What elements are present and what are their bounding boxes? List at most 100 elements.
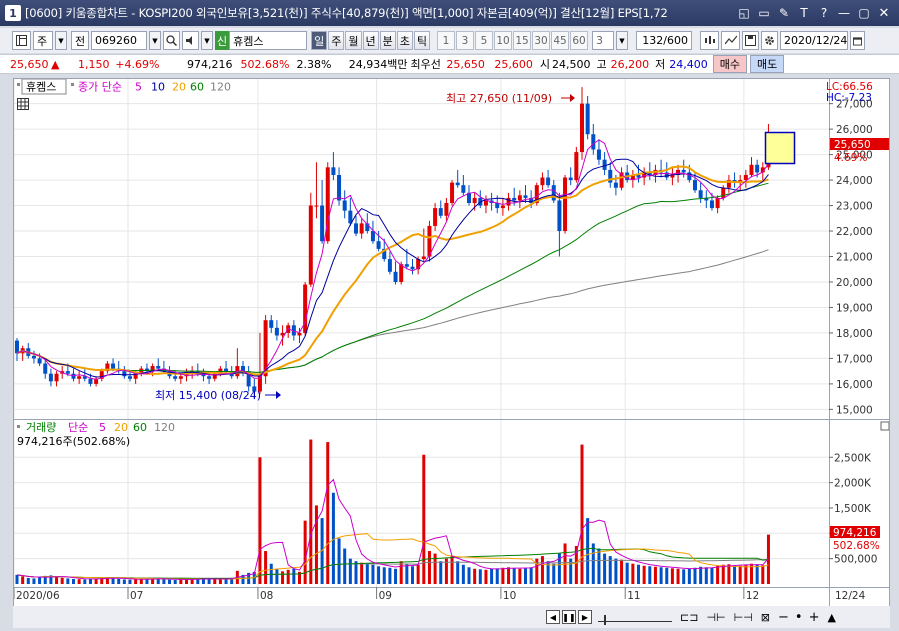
volume-bar[interactable]	[77, 579, 81, 584]
candle-body[interactable]	[755, 164, 760, 173]
volume-bar[interactable]	[552, 563, 556, 584]
candle-body[interactable]	[540, 177, 545, 186]
layout-icon[interactable]: ◱	[735, 4, 753, 22]
stock-code-input[interactable]: 069260	[91, 31, 147, 50]
candle-body[interactable]	[88, 378, 93, 384]
volume-bar[interactable]	[704, 567, 708, 584]
ma10-legend[interactable]: 10	[151, 81, 165, 94]
volume-bar[interactable]	[478, 569, 482, 584]
volume-bar[interactable]	[128, 579, 132, 584]
volume-bar[interactable]	[292, 568, 296, 584]
volume-panel-collapse-icon[interactable]	[880, 421, 890, 431]
candle-body[interactable]	[438, 208, 443, 216]
volume-bar[interactable]	[258, 457, 262, 584]
candle-body[interactable]	[698, 190, 703, 198]
volume-bar[interactable]	[710, 567, 714, 584]
sell-button[interactable]: 매도	[749, 55, 785, 73]
volume-bar[interactable]	[670, 568, 674, 584]
volume-bar[interactable]	[676, 568, 680, 584]
candle-body[interactable]	[580, 103, 584, 153]
range-select-icon[interactable]: ⊏⊐	[680, 611, 698, 624]
volume-bar[interactable]	[490, 568, 494, 584]
candle-body[interactable]	[421, 256, 426, 260]
gear-icon[interactable]	[761, 31, 778, 50]
volume-bar[interactable]	[721, 564, 725, 584]
candle-body[interactable]	[512, 197, 517, 201]
candle-body[interactable]	[111, 363, 116, 369]
volume-bar[interactable]	[207, 579, 211, 584]
candle-body[interactable]	[450, 182, 455, 204]
interval-60[interactable]: 60	[570, 31, 588, 50]
candle-body[interactable]	[551, 185, 556, 201]
candle-body[interactable]	[308, 205, 313, 285]
volume-bar[interactable]	[524, 567, 527, 584]
volume-bar[interactable]	[738, 565, 742, 584]
volume-bar[interactable]	[32, 578, 36, 584]
volume-bar[interactable]	[761, 565, 765, 584]
volume-bar[interactable]	[461, 564, 465, 584]
volume-bar[interactable]	[411, 566, 414, 584]
candle-body[interactable]	[591, 134, 596, 150]
selection-box[interactable]	[764, 131, 796, 165]
candle-body[interactable]	[269, 320, 274, 328]
ma-legend-label[interactable]: 종가 단순	[78, 81, 122, 94]
candle-body[interactable]	[461, 185, 466, 193]
volume-bar[interactable]	[580, 444, 584, 584]
volume-bar[interactable]	[60, 577, 64, 584]
candle-body[interactable]	[399, 264, 404, 282]
candle-body[interactable]	[178, 376, 183, 379]
volume-bar[interactable]	[360, 562, 364, 584]
volume-bar[interactable]	[591, 543, 595, 584]
volume-bar[interactable]	[495, 568, 499, 584]
volume-bar[interactable]	[625, 562, 629, 584]
volume-bar[interactable]	[348, 558, 352, 584]
candle-body[interactable]	[483, 200, 488, 206]
scroll-start-button[interactable]: ◀	[546, 610, 560, 624]
tab-second[interactable]: 초	[396, 31, 413, 50]
search-icon[interactable]	[163, 31, 180, 50]
volume-bar[interactable]	[473, 568, 477, 584]
chart-area[interactable]: 휴켐스 종가 단순 5 10 20 60 120 LC:66.56 HC:-7.…	[13, 78, 890, 608]
volume-bar[interactable]	[326, 442, 330, 584]
volume-bar[interactable]	[699, 566, 703, 584]
volume-bar[interactable]	[648, 566, 652, 584]
volume-bar[interactable]	[314, 505, 318, 584]
volume-bar[interactable]	[286, 569, 290, 584]
volume-bar[interactable]	[117, 578, 121, 584]
candle-body[interactable]	[444, 203, 449, 216]
stock-name-field[interactable]: 휴켐스	[229, 31, 308, 50]
interval-5[interactable]: 5	[475, 31, 493, 50]
volume-bar[interactable]	[201, 578, 205, 584]
trend-tool-icon[interactable]	[721, 31, 740, 50]
volume-bar[interactable]	[659, 567, 663, 584]
volume-bar[interactable]	[382, 567, 386, 584]
volume-bar[interactable]	[179, 579, 183, 584]
tab-minute[interactable]: 분	[379, 31, 396, 50]
candle-body[interactable]	[387, 259, 392, 272]
volume-bar[interactable]	[264, 551, 268, 584]
volume-bar[interactable]	[303, 520, 307, 584]
volume-bar[interactable]	[122, 579, 126, 584]
volume-bar[interactable]	[388, 567, 392, 584]
candle-body[interactable]	[320, 205, 325, 242]
volume-bar[interactable]	[682, 569, 686, 584]
volume-bar[interactable]	[416, 564, 420, 584]
candle-body[interactable]	[596, 149, 601, 160]
candle-body[interactable]	[331, 167, 336, 175]
volume-bar[interactable]	[213, 579, 217, 584]
sound-dropdown-icon[interactable]: ▼	[201, 31, 213, 50]
save-icon[interactable]	[742, 31, 759, 50]
text-icon[interactable]: T	[795, 4, 813, 22]
volume-bar[interactable]	[162, 579, 166, 584]
tab-tick[interactable]: 틱	[413, 31, 430, 50]
volume-bar[interactable]	[631, 563, 635, 584]
tab-daily[interactable]: 일	[311, 31, 328, 50]
volume-bar[interactable]	[83, 579, 87, 584]
volume-bar[interactable]	[422, 454, 426, 584]
tab-weekly[interactable]: 주	[328, 31, 345, 50]
stock-code-dropdown-icon[interactable]: ▼	[149, 31, 161, 50]
volume-bar[interactable]	[399, 561, 403, 584]
candle-body[interactable]	[314, 205, 319, 207]
volume-bar[interactable]	[597, 548, 601, 584]
volume-bar[interactable]	[21, 576, 25, 584]
